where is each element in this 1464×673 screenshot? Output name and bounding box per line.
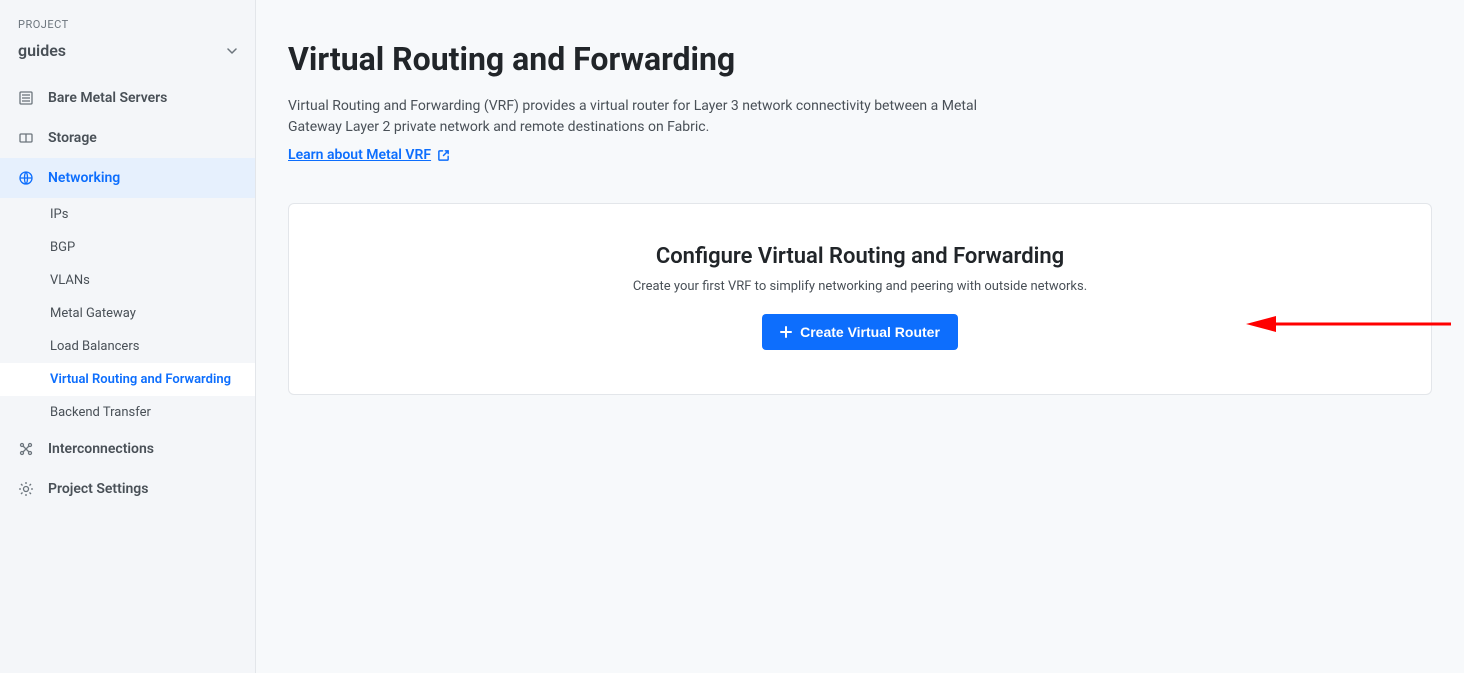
- sidebar-item-label: Networking: [48, 170, 120, 186]
- sidebar-item-project-settings[interactable]: Project Settings: [0, 469, 255, 509]
- sidebar-subitem-vlans[interactable]: VLANs: [0, 264, 255, 297]
- page-description: Virtual Routing and Forwarding (VRF) pro…: [288, 96, 1028, 138]
- interconnections-icon: [18, 441, 34, 457]
- sidebar-item-bare-metal-servers[interactable]: Bare Metal Servers: [0, 78, 255, 118]
- sidebar-subitem-bgp[interactable]: BGP: [0, 231, 255, 264]
- storage-icon: [18, 130, 34, 146]
- sidebar-item-label: Storage: [48, 130, 97, 146]
- sidebar-item-label: Project Settings: [48, 481, 148, 497]
- sidebar-item-storage[interactable]: Storage: [0, 118, 255, 158]
- project-selector[interactable]: guides: [0, 41, 255, 78]
- chevron-down-icon: [227, 48, 237, 54]
- button-label: Create Virtual Router: [800, 324, 940, 340]
- sidebar-subitem-ips[interactable]: IPs: [0, 198, 255, 231]
- sidebar-item-label: Interconnections: [48, 441, 154, 457]
- gear-icon: [18, 481, 34, 497]
- create-virtual-router-button[interactable]: Create Virtual Router: [762, 314, 958, 350]
- sidebar-item-interconnections[interactable]: Interconnections: [0, 429, 255, 469]
- card-subtitle: Create your first VRF to simplify networ…: [309, 279, 1411, 294]
- card-title: Configure Virtual Routing and Forwarding: [309, 244, 1411, 269]
- page-title: Virtual Routing and Forwarding: [288, 40, 1432, 78]
- sidebar-subitem-backend-transfer[interactable]: Backend Transfer: [0, 396, 255, 429]
- empty-state-card: Configure Virtual Routing and Forwarding…: [288, 203, 1432, 395]
- main-content: Virtual Routing and Forwarding Virtual R…: [256, 0, 1464, 673]
- sidebar: PROJECT guides Bare Metal Servers Storag…: [0, 0, 256, 673]
- project-header-label: PROJECT: [0, 18, 255, 41]
- sidebar-item-networking[interactable]: Networking: [0, 158, 255, 198]
- server-icon: [18, 90, 34, 106]
- plus-icon: [780, 326, 792, 338]
- sidebar-subitem-vrf[interactable]: Virtual Routing and Forwarding: [0, 363, 255, 396]
- sidebar-subitem-metal-gateway[interactable]: Metal Gateway: [0, 297, 255, 330]
- learn-link-text: Learn about Metal VRF: [288, 147, 431, 163]
- learn-more-link[interactable]: Learn about Metal VRF: [288, 147, 450, 163]
- sidebar-item-label: Bare Metal Servers: [48, 90, 167, 106]
- sidebar-subitem-load-balancers[interactable]: Load Balancers: [0, 330, 255, 363]
- project-name: guides: [18, 41, 66, 60]
- external-link-icon: [437, 149, 450, 162]
- networking-icon: [18, 170, 34, 186]
